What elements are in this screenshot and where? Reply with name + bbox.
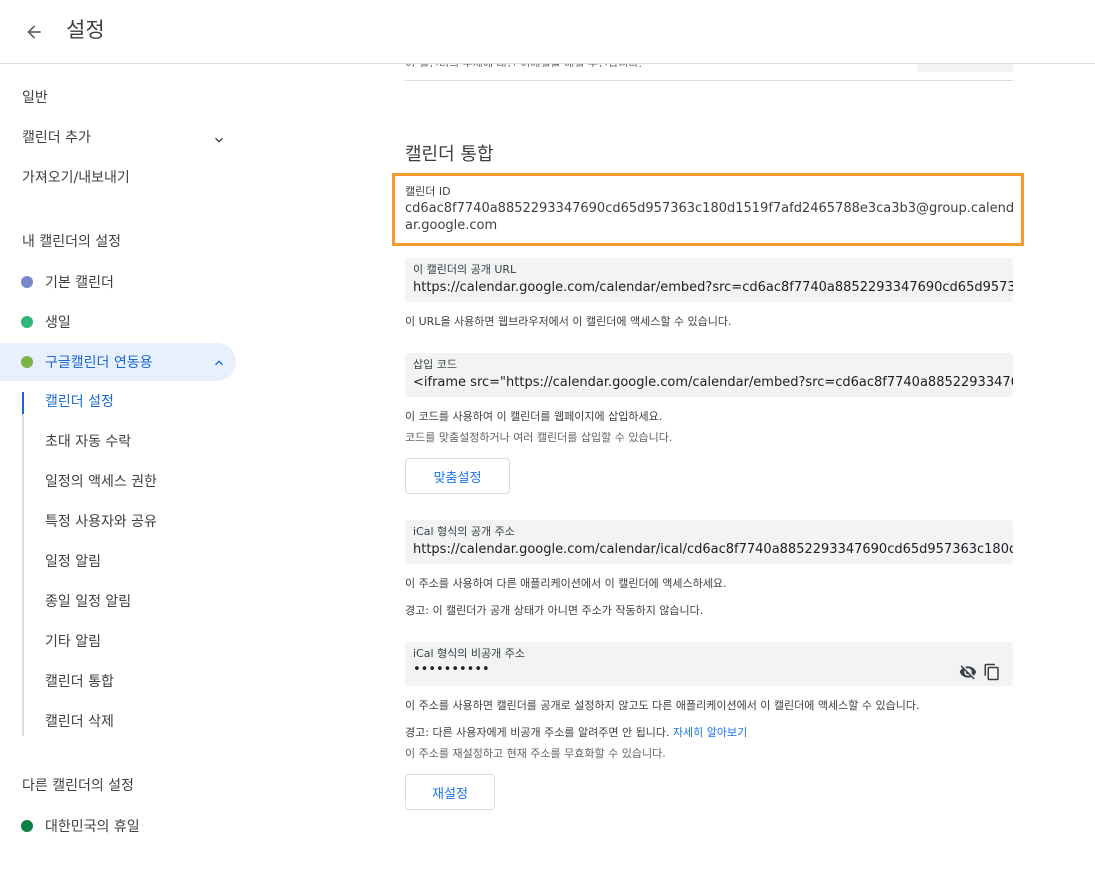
sidebar-sub-access-permissions[interactable]: 일정의 액세스 권한	[45, 472, 157, 492]
ical-private-help: 이 주소를 사용하면 캘린더를 공개로 설정하지 않고도 다른 애플리케이션에서…	[405, 699, 920, 712]
sidebar-calendar-label: 구글캘린더 연동용	[45, 355, 153, 371]
chevron-down-icon[interactable]	[211, 132, 227, 148]
public-url-field[interactable]: 이 캘린더의 공개 URL https://calendar.google.co…	[405, 258, 1013, 302]
submenu-active-indicator	[22, 392, 24, 414]
reset-button[interactable]: 재설정	[405, 774, 495, 810]
calendar-id-label: 캘린더 ID	[405, 185, 451, 198]
top-bar: 설정	[0, 0, 1095, 64]
learn-more-link[interactable]: 자세히 알아보기	[673, 726, 747, 739]
sidebar-calendar-kr-holidays[interactable]: 대한민국의 휴일	[0, 807, 140, 845]
sidebar-sub-share-with-people[interactable]: 특정 사용자와 공유	[45, 512, 157, 532]
ical-public-help: 이 주소를 사용하여 다른 애플리케이션에서 이 캘린더에 액세스하세요.	[405, 577, 727, 590]
sidebar-calendar-label: 생일	[45, 315, 71, 331]
copy-icon[interactable]	[981, 661, 1003, 683]
sidebar-sub-remove-calendar[interactable]: 캘린더 삭제	[45, 712, 114, 732]
settings-sidebar: 일반 캘린더 추가 가져오기/내보내기 내 캘린더의 설정 기본 캘린더 생일 …	[0, 64, 240, 875]
ical-public-label: iCal 형식의 공개 주소	[413, 525, 515, 538]
calendar-color-dot	[21, 316, 33, 328]
public-url-help: 이 URL을 사용하면 웹브라우저에서 이 캘린더에 액세스할 수 있습니다.	[405, 315, 732, 328]
back-button[interactable]	[18, 16, 50, 48]
embed-code-value[interactable]: <iframe src="https://calendar.google.com…	[413, 374, 1013, 392]
customize-button[interactable]: 맞춤설정	[405, 458, 510, 494]
previous-section-control[interactable]	[917, 64, 1013, 72]
ical-private-warning-line: 경고: 다른 사용자에게 비공개 주소를 알려주면 안 됩니다. 자세히 알아보…	[405, 726, 747, 740]
sidebar-calendar-label: 대한민국의 휴일	[45, 819, 140, 835]
sidebar-sub-calendar-settings[interactable]: 캘린더 설정	[45, 392, 114, 412]
chevron-up-icon[interactable]	[211, 355, 227, 371]
ical-private-field[interactable]: iCal 형식의 비공개 주소 ••••••••••	[405, 642, 1013, 686]
sidebar-sub-event-notifications[interactable]: 일정 알림	[45, 552, 101, 572]
public-url-value[interactable]: https://calendar.google.com/calendar/emb…	[413, 279, 1013, 297]
calendar-color-dot	[21, 276, 33, 288]
ical-public-value[interactable]: https://calendar.google.com/calendar/ica…	[413, 541, 1013, 559]
sidebar-item-import-export[interactable]: 가져오기/내보내기	[22, 168, 130, 188]
embed-code-field[interactable]: 삽입 코드 <iframe src="https://calendar.goog…	[405, 353, 1013, 397]
embed-code-help-secondary: 코드를 맞춤설정하거나 여러 캘린더를 삽입할 수 있습니다.	[405, 431, 673, 444]
sidebar-calendar-birthday[interactable]: 생일	[0, 303, 71, 341]
sidebar-calendar-label: 기본 캘린더	[45, 275, 114, 291]
calendar-id-value[interactable]: cd6ac8f7740a8852293347690cd65d957363c180…	[405, 200, 1015, 234]
ical-public-field[interactable]: iCal 형식의 공개 주소 https://calendar.google.c…	[405, 520, 1013, 564]
public-url-label: 이 캘린더의 공개 URL	[413, 263, 517, 276]
sidebar-sub-integrate-calendar[interactable]: 캘린더 통합	[45, 672, 114, 692]
my-calendars-heading: 내 캘린더의 설정	[22, 234, 122, 250]
sidebar-item-add-calendar[interactable]: 캘린더 추가	[22, 128, 91, 148]
embed-code-label: 삽입 코드	[413, 358, 457, 371]
calendar-color-dot	[21, 820, 33, 832]
ical-private-warning: 경고: 다른 사용자에게 비공개 주소를 알려주면 안 됩니다.	[405, 726, 670, 739]
reset-help: 이 주소를 재설정하고 현재 주소를 무효화할 수 있습니다.	[405, 747, 666, 760]
sidebar-item-general[interactable]: 일반	[22, 88, 48, 108]
submenu-rail	[22, 396, 24, 736]
page-title: 설정	[66, 18, 105, 42]
sidebar-sub-allday-notifications[interactable]: 종일 일정 알림	[45, 592, 131, 612]
ical-public-warning: 경고: 이 캘린더가 공개 상태가 아니면 주소가 작동하지 않습니다.	[405, 604, 704, 617]
section-title: 캘린더 통합	[405, 144, 494, 165]
visibility-off-icon[interactable]	[957, 661, 979, 683]
other-calendars-heading: 다른 캘린더의 설정	[22, 778, 134, 794]
calendar-color-dot	[21, 356, 33, 368]
sidebar-calendar-google-sync[interactable]: 구글캘린더 연동용	[0, 343, 236, 381]
divider	[405, 80, 1013, 81]
ical-private-label: iCal 형식의 비공개 주소	[413, 647, 525, 660]
sidebar-sub-other-notifications[interactable]: 기타 알림	[45, 632, 101, 652]
arrow-back-icon	[27, 25, 41, 39]
ical-private-value: ••••••••••	[413, 662, 490, 677]
sidebar-sub-auto-accept[interactable]: 초대 자동 수락	[45, 432, 131, 452]
embed-code-help: 이 코드를 사용하여 이 캘린더를 웹페이지에 삽입하세요.	[405, 410, 663, 423]
sidebar-calendar-default[interactable]: 기본 캘린더	[0, 263, 114, 301]
